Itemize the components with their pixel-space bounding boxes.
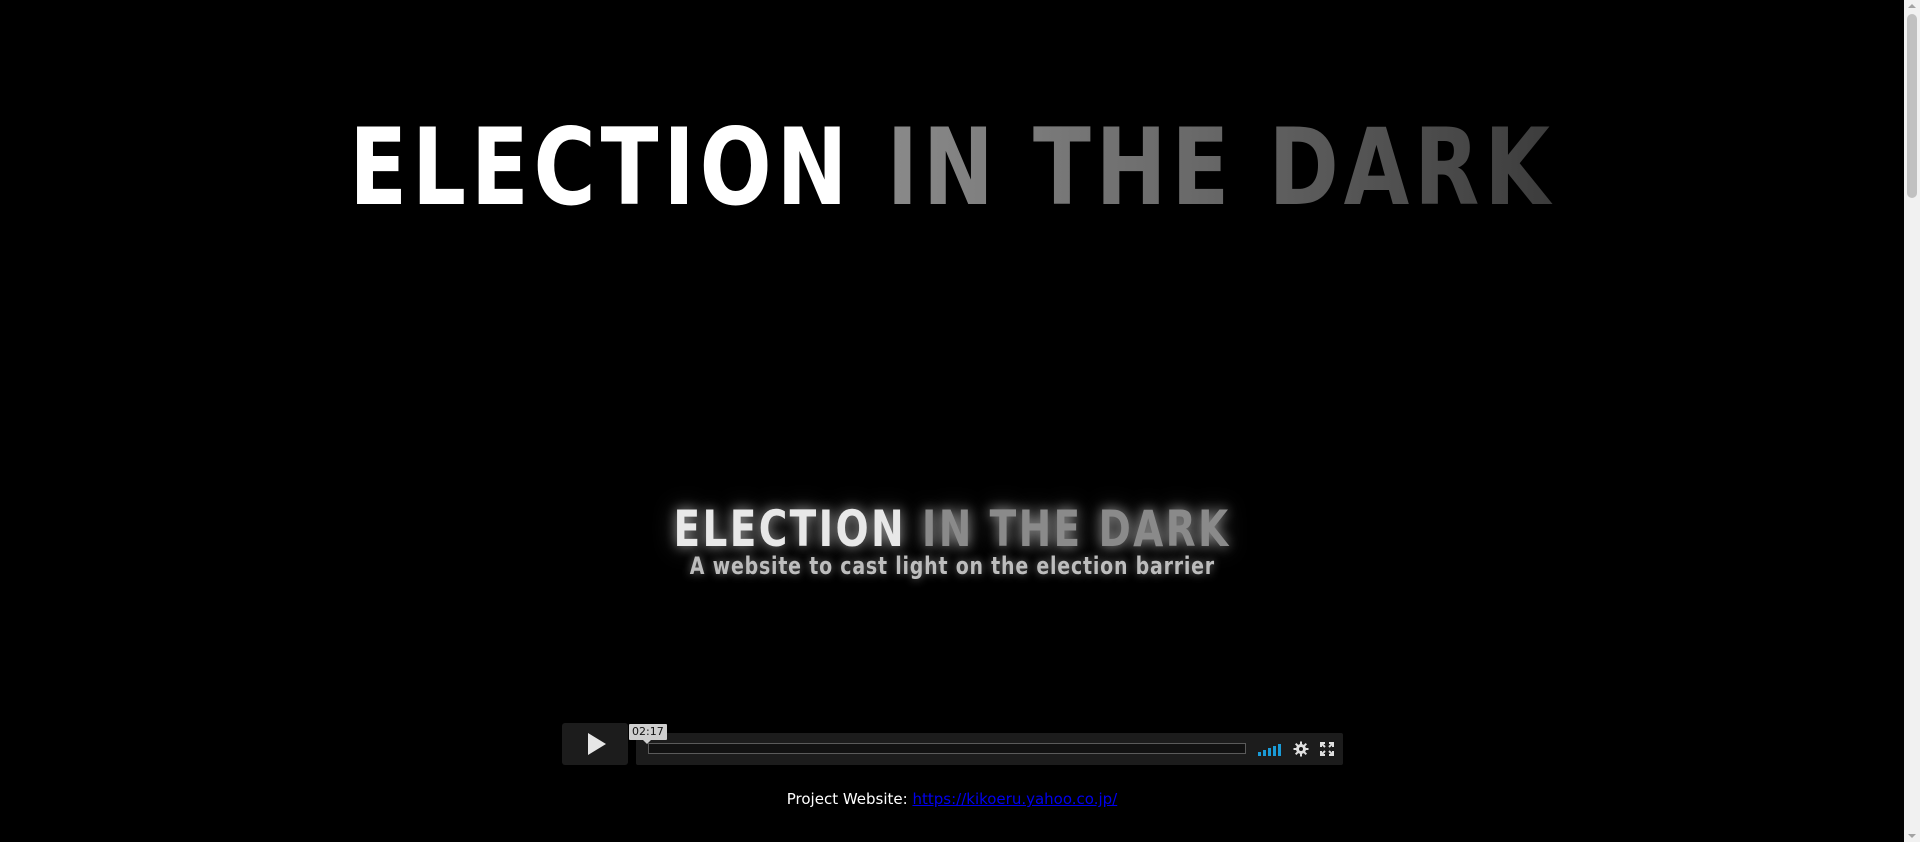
scroll-up-icon[interactable] [1908, 4, 1916, 8]
progress-bar[interactable] [648, 743, 1246, 754]
video-title-word-election: ELECTION [673, 500, 906, 558]
project-website: Project Website: https://kikoeru.yahoo.c… [0, 790, 1904, 808]
video-title-words-in-the-dark: IN THE DARK [921, 500, 1231, 558]
scrollbar[interactable] [1904, 0, 1920, 842]
page: ELECTION IN THE DARK ELECTION IN THE DAR… [0, 0, 1920, 842]
title-words-in-the-dark: IN THE DARK [886, 106, 1555, 229]
video-player[interactable]: ELECTION IN THE DARK A website to cast l… [562, 405, 1342, 765]
video-frame-title: ELECTION IN THE DARK A website to cast l… [562, 500, 1342, 580]
player-controls-bar [636, 733, 1343, 765]
scroll-down-icon[interactable] [1908, 834, 1916, 838]
title-word-election: ELECTION [349, 106, 853, 229]
video-title-text: ELECTION IN THE DARK [673, 500, 1230, 558]
project-website-link[interactable]: https://kikoeru.yahoo.co.jp/ [912, 790, 1117, 808]
video-subtitle: A website to cast light on the election … [689, 552, 1215, 580]
duration-tooltip: 02:17 [629, 724, 667, 744]
volume-icon[interactable] [1258, 742, 1282, 756]
scroll-thumb[interactable] [1907, 14, 1917, 198]
fullscreen-icon[interactable] [1319, 741, 1335, 757]
play-button[interactable] [562, 723, 628, 765]
gear-icon[interactable] [1293, 741, 1309, 757]
play-icon [588, 733, 606, 755]
project-website-label: Project Website: [786, 790, 908, 808]
page-title: ELECTION IN THE DARK [190, 108, 1713, 228]
